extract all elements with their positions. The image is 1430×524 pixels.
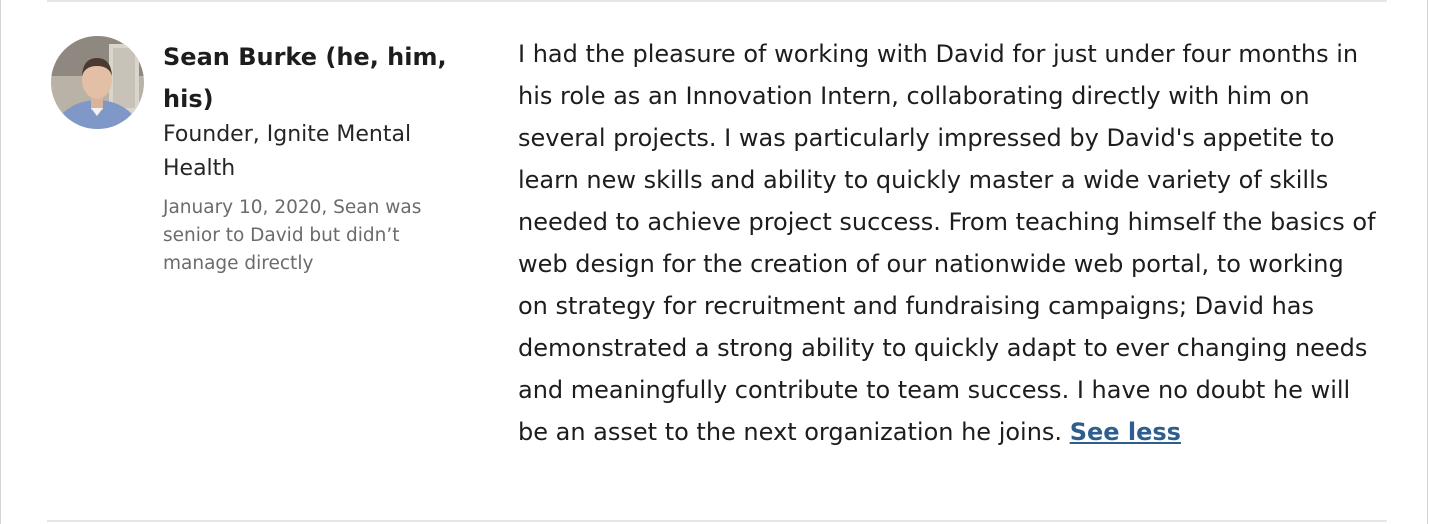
- recommendation-text: I had the pleasure of working with David…: [518, 33, 1378, 453]
- recommender-name[interactable]: Sean Burke (he, him, his): [163, 36, 473, 120]
- recommender-info: Sean Burke (he, him, his) Founder, Ignit…: [163, 36, 473, 278]
- divider-bottom: [47, 520, 1387, 522]
- profile-photo-icon: [51, 36, 144, 129]
- recommendation-body: I had the pleasure of working with David…: [518, 40, 1376, 446]
- see-less-link[interactable]: See less: [1070, 418, 1181, 446]
- recommendation-card: Sean Burke (he, him, his) Founder, Ignit…: [0, 0, 1428, 524]
- avatar[interactable]: [51, 36, 144, 129]
- divider-top: [47, 0, 1387, 2]
- recommendation-meta: January 10, 2020, Sean was senior to Dav…: [163, 197, 422, 274]
- recommender-headline: Founder, Ignite Mental Health: [163, 122, 412, 181]
